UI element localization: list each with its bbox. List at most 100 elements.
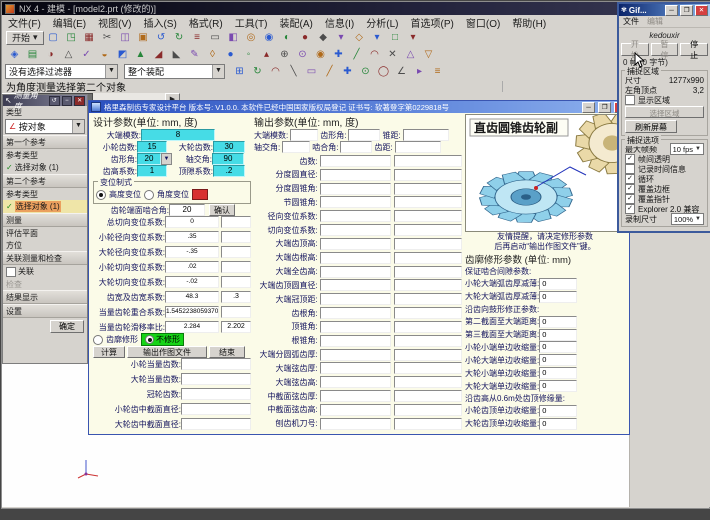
menu-item[interactable]: 文件(F) bbox=[2, 15, 47, 30]
pinion-value-field[interactable] bbox=[320, 376, 392, 388]
confirm-button[interactable]: 确认 bbox=[209, 204, 235, 216]
gear-value-field[interactable] bbox=[394, 418, 462, 430]
section-settings[interactable]: 设置 bbox=[3, 304, 87, 318]
section-measure[interactable]: 测量 bbox=[3, 213, 87, 227]
height-shift-radio[interactable] bbox=[96, 190, 106, 200]
toolbar-icon[interactable]: ◯ bbox=[375, 64, 392, 80]
pinion-value-field[interactable] bbox=[320, 266, 392, 278]
chevron-down-icon[interactable]: ▼ bbox=[212, 65, 224, 78]
toolbar-icon[interactable]: ≡ bbox=[429, 64, 446, 80]
toolbar-icon[interactable]: ◩ bbox=[114, 47, 131, 63]
out-pitch-field[interactable] bbox=[395, 141, 441, 153]
menu-item[interactable]: 插入(S) bbox=[137, 15, 182, 30]
pinion-value-field[interactable] bbox=[320, 279, 392, 291]
section-first-reference[interactable]: 第一个参考 bbox=[3, 135, 87, 149]
out-mesh-field[interactable] bbox=[340, 141, 372, 153]
toolbar-icon[interactable]: ◊ bbox=[204, 47, 221, 63]
toolbar-icon[interactable]: ◆ bbox=[315, 30, 332, 46]
section-associative[interactable]: 关联测量和检查 bbox=[3, 251, 87, 265]
mod-value-field[interactable]: 0 bbox=[539, 291, 577, 303]
calculate-button[interactable]: 计算 bbox=[93, 346, 125, 358]
toolbar-icon[interactable]: ✎ bbox=[186, 47, 203, 63]
out-pressure-field[interactable] bbox=[348, 129, 380, 141]
param-field[interactable]: 2.284 bbox=[165, 321, 219, 333]
checkbox-icon[interactable]: ✓ bbox=[625, 184, 635, 194]
gear-value-field[interactable] bbox=[394, 183, 462, 195]
measure-type-combo[interactable]: ∠ 按对象 ▼ bbox=[5, 119, 85, 134]
pressure-angle-field[interactable]: 20 bbox=[137, 153, 161, 165]
param-field[interactable] bbox=[221, 306, 251, 318]
gear-teeth-field[interactable]: 30 bbox=[213, 141, 245, 153]
toolbar-icon[interactable]: ● bbox=[297, 30, 314, 46]
toolbar-icon[interactable]: ◑ bbox=[42, 47, 59, 63]
pinion-value-field[interactable] bbox=[320, 321, 392, 333]
clearance-coef-field[interactable]: .2 bbox=[213, 165, 245, 177]
toolbar-icon[interactable]: ▤ bbox=[24, 47, 41, 63]
param-field[interactable] bbox=[221, 231, 251, 243]
param-field[interactable]: 1.54522380593706 bbox=[165, 306, 219, 318]
addendum-coef-field[interactable]: 1 bbox=[137, 165, 167, 177]
gear-value-field[interactable] bbox=[394, 376, 462, 388]
gear-value-field[interactable] bbox=[394, 252, 462, 264]
mod-value-field[interactable]: 0 bbox=[539, 316, 577, 328]
nx-titlebar[interactable]: NX 4 - 建模 - [model2.prt (修改的)] bbox=[2, 2, 709, 15]
pinion-value-field[interactable] bbox=[320, 224, 392, 236]
toolbar-icon[interactable]: △ bbox=[60, 47, 77, 63]
menu-item[interactable]: 编辑(E) bbox=[47, 15, 92, 30]
toolbar-icon[interactable]: ✚ bbox=[339, 64, 356, 80]
toolbar-icon[interactable]: ▦ bbox=[81, 30, 98, 46]
param-field[interactable] bbox=[221, 276, 251, 288]
pinion-value-field[interactable] bbox=[320, 390, 392, 402]
pinion-value-field[interactable] bbox=[320, 169, 392, 181]
profile-mod-radio[interactable] bbox=[93, 335, 103, 345]
toolbar-icon[interactable]: ▭ bbox=[207, 30, 224, 46]
toolbar-icon[interactable]: ◠ bbox=[366, 47, 383, 63]
toolbar-icon[interactable]: ✓ bbox=[78, 47, 95, 63]
mod-value-field[interactable]: 0 bbox=[539, 367, 577, 379]
gear-value-field[interactable] bbox=[394, 224, 462, 236]
pinion-value-field[interactable] bbox=[320, 362, 392, 374]
chevron-down-icon[interactable]: ▼ bbox=[105, 65, 117, 78]
eval-plane-label[interactable]: 评估平面 bbox=[3, 227, 87, 239]
menu-item[interactable]: 首选项(P) bbox=[405, 15, 460, 30]
mod-value-field[interactable]: 0 bbox=[539, 354, 577, 366]
section-second-reference[interactable]: 第二个参考 bbox=[3, 174, 87, 188]
pinion-value-field[interactable] bbox=[320, 404, 392, 416]
toolbar-icon[interactable]: □ bbox=[387, 30, 404, 46]
first-select-object-row[interactable]: ✓ 选择对象 (1) bbox=[3, 161, 87, 174]
fps-combo[interactable]: 10 fps ▼ bbox=[670, 143, 704, 155]
mod-value-field[interactable]: 0 bbox=[539, 380, 577, 392]
checkbox-icon[interactable]: ✓ bbox=[625, 154, 635, 164]
no-mod-radio[interactable] bbox=[145, 335, 154, 344]
param-field[interactable]: 0 bbox=[165, 216, 219, 228]
toolbar-icon[interactable]: ∠ bbox=[393, 64, 410, 80]
toolbar-icon[interactable]: ◎ bbox=[243, 30, 260, 46]
toolbar-icon[interactable]: ↻ bbox=[249, 64, 266, 80]
pinion-value-field[interactable] bbox=[320, 183, 392, 195]
gear-value-field[interactable] bbox=[394, 404, 462, 416]
checkbox-icon[interactable] bbox=[625, 95, 635, 105]
param-field[interactable]: .3 bbox=[221, 291, 251, 303]
toolbar-icon[interactable]: ◒ bbox=[96, 47, 113, 63]
option-checkbox-row[interactable]: ✓ 循环 bbox=[625, 174, 704, 184]
gear-value-field[interactable] bbox=[394, 169, 462, 181]
no-mod-option[interactable]: 不修形 bbox=[141, 333, 184, 346]
option-checkbox-row[interactable]: ✓ 帧间透明 bbox=[625, 154, 704, 164]
mod-value-field[interactable]: 0 bbox=[539, 341, 577, 353]
pinion-value-field[interactable] bbox=[320, 252, 392, 264]
module-field[interactable]: 8 bbox=[141, 129, 215, 141]
param-field[interactable] bbox=[221, 261, 251, 273]
checkbox-icon[interactable] bbox=[625, 164, 635, 174]
pinion-value-field[interactable] bbox=[320, 293, 392, 305]
toolbar-icon[interactable]: ▾ bbox=[333, 30, 350, 46]
menu-item[interactable]: 窗口(O) bbox=[460, 15, 506, 30]
gear-value-field[interactable] bbox=[394, 307, 462, 319]
toolbar-icon[interactable]: ▾ bbox=[405, 30, 422, 46]
mod-value-field[interactable]: 0 bbox=[539, 418, 577, 430]
pinion-value-field[interactable] bbox=[320, 418, 392, 430]
pause-record-button[interactable]: 暂停 bbox=[651, 43, 679, 56]
toolbar-icon[interactable]: ▭ bbox=[303, 64, 320, 80]
gear-value-field[interactable] bbox=[394, 362, 462, 374]
gear-value-field[interactable] bbox=[394, 335, 462, 347]
menu-edit[interactable]: 编辑 bbox=[647, 16, 663, 27]
